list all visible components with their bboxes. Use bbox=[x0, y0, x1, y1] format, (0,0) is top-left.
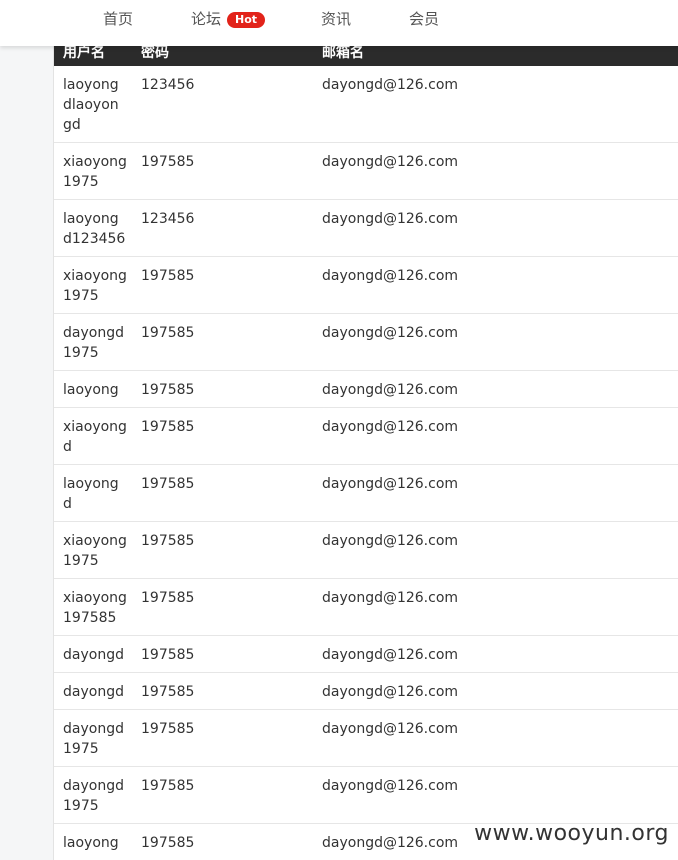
cell-email: dayongd@126.com bbox=[322, 684, 459, 700]
cell-username: dayongd bbox=[63, 684, 124, 700]
table-body: laoyong dlaoyon gd 123456 dayongd@126.com xia… bbox=[54, 66, 678, 860]
nav-item-forum[interactable]: 论坛 Hot bbox=[191, 9, 266, 29]
nav-item-news[interactable]: 资讯 bbox=[321, 9, 351, 29]
cell-password: 197585 bbox=[141, 476, 195, 492]
cell-username: laoyong bbox=[63, 382, 119, 398]
cell-username: dayongd 1975 bbox=[63, 778, 124, 814]
cell-username: xiaoyong 1975 bbox=[63, 268, 127, 304]
cell-password: 197585 bbox=[141, 721, 195, 737]
cell-username: xiaoyong d bbox=[63, 419, 127, 455]
cell-email: dayongd@126.com bbox=[322, 382, 459, 398]
cell-password: 197585 bbox=[141, 647, 195, 663]
left-gutter bbox=[0, 0, 54, 860]
cell-password: 123456 bbox=[141, 211, 195, 227]
cell-password: 197585 bbox=[141, 154, 195, 170]
cell-email: dayongd@126.com bbox=[322, 419, 459, 435]
cell-username: xiaoyong 1975 bbox=[63, 533, 127, 569]
cell-email: dayongd@126.com bbox=[322, 778, 459, 794]
cell-password: 197585 bbox=[141, 835, 195, 851]
cell-password: 197585 bbox=[141, 268, 195, 284]
cell-password: 197585 bbox=[141, 684, 195, 700]
cell-email: dayongd@126.com bbox=[322, 325, 459, 341]
nav-item-home[interactable]: 首页 bbox=[103, 9, 133, 29]
nav-item-label: 首页 bbox=[103, 10, 134, 28]
hot-badge: Hot bbox=[227, 12, 266, 28]
cell-username: dayongd 1975 bbox=[63, 721, 124, 757]
cell-email: dayongd@126.com bbox=[322, 476, 459, 492]
table-row: dayongd 1975 197585 dayongd@126.com bbox=[54, 314, 678, 371]
cell-email: dayongd@126.com bbox=[322, 590, 459, 606]
cell-email: dayongd@126.com bbox=[322, 77, 459, 93]
cell-password: 197585 bbox=[141, 533, 195, 549]
cell-username: dayongd 1975 bbox=[63, 325, 124, 361]
cell-password: 197585 bbox=[141, 382, 195, 398]
data-table: 用户名 密码 邮箱名 laoyong dlaoyon gd 123456 dayongd… bbox=[54, 0, 678, 860]
cell-username: xiaoyong 1975 bbox=[63, 154, 127, 190]
table-row: laoyong dlaoyon gd 123456 dayongd@126.com bbox=[54, 66, 678, 143]
cell-email: dayongd@126.com bbox=[322, 721, 459, 737]
cell-username: laoyong bbox=[63, 835, 119, 851]
table-row: laoyong d 197585 dayongd@126.com bbox=[54, 465, 678, 522]
nav-item-label: 会员 bbox=[409, 10, 440, 28]
cell-password: 123456 bbox=[141, 77, 195, 93]
cell-username: laoyong d bbox=[63, 476, 119, 512]
cell-username: xiaoyong 197585 bbox=[63, 590, 127, 626]
table-row: dayongd 197585 dayongd@126.com bbox=[54, 636, 678, 673]
table-row: xiaoyong 1975 197585 dayongd@126.com bbox=[54, 257, 678, 314]
table-row: dayongd 1975 197585 dayongd@126.com bbox=[54, 710, 678, 767]
cell-email: dayongd@126.com bbox=[322, 268, 459, 284]
table-row: laoyong 197585 dayongd@126.com bbox=[54, 371, 678, 408]
cell-email: dayongd@126.com bbox=[322, 835, 459, 851]
cell-username: laoyong dlaoyon gd bbox=[63, 77, 119, 133]
table-row: laoyong d123456 123456 dayongd@126.com bbox=[54, 200, 678, 257]
cell-password: 197585 bbox=[141, 325, 195, 341]
cell-email: dayongd@126.com bbox=[322, 154, 459, 170]
table-row: dayongd 197585 dayongd@126.com bbox=[54, 673, 678, 710]
cell-email: dayongd@126.com bbox=[322, 211, 459, 227]
cell-username: laoyong d123456 bbox=[63, 211, 126, 247]
nav-item-members[interactable]: 会员 bbox=[409, 9, 439, 29]
cell-email: dayongd@126.com bbox=[322, 647, 459, 663]
top-nav: 首页 论坛 Hot 资讯 会员 bbox=[0, 0, 678, 46]
table-row: dayongd 1975 197585 dayongd@126.com bbox=[54, 767, 678, 824]
table-row: xiaoyong 197585 197585 dayongd@126.com bbox=[54, 579, 678, 636]
cell-password: 197585 bbox=[141, 778, 195, 794]
table-row: xiaoyong 1975 197585 dayongd@126.com bbox=[54, 522, 678, 579]
watermark: www.wooyun.org bbox=[474, 821, 669, 846]
table-row: xiaoyong d 197585 dayongd@126.com bbox=[54, 408, 678, 465]
nav-item-label: 论坛 bbox=[191, 10, 222, 28]
cell-password: 197585 bbox=[141, 590, 195, 606]
cell-username: dayongd bbox=[63, 647, 124, 663]
nav-item-label: 资讯 bbox=[321, 10, 352, 28]
cell-password: 197585 bbox=[141, 419, 195, 435]
cell-email: dayongd@126.com bbox=[322, 533, 459, 549]
table-row: xiaoyong 1975 197585 dayongd@126.com bbox=[54, 143, 678, 200]
